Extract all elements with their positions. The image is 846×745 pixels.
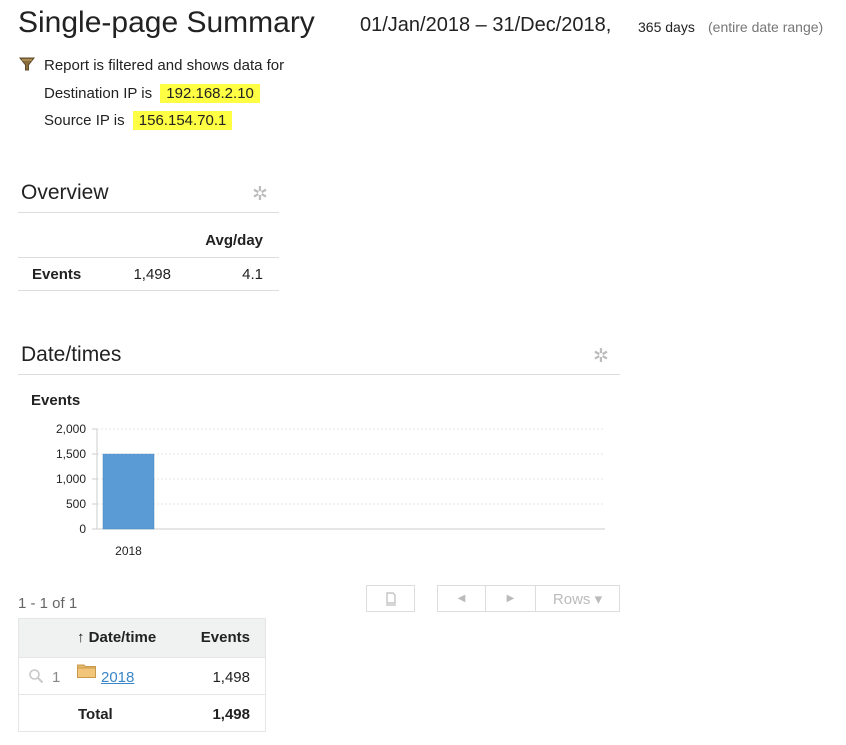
pagination-info: 1 - 1 of 1 [18, 595, 78, 612]
overview-row-total: 1,498 [133, 266, 171, 283]
datetimes-divider [18, 374, 620, 375]
date-range: 01/Jan/2018 – 31/Dec/2018, [360, 14, 612, 36]
table-total-value: 1,498 [212, 706, 250, 723]
next-page-button[interactable]: ▶ [485, 585, 536, 612]
chart-ytick-label: 1,500 [56, 447, 86, 461]
filter-icon [19, 57, 35, 71]
filter-source: Source IP is 156.154.70.1 [44, 111, 233, 130]
rows-label: Rows ▾ [552, 590, 603, 608]
overview-header-divider [18, 257, 279, 258]
entire-range-note: (entire date range) [708, 19, 824, 35]
chart-ytick-label: 2,000 [56, 422, 86, 436]
chart-xtick-label: 2018 [115, 544, 142, 558]
overview-divider [18, 212, 279, 213]
gear-icon[interactable]: ✲ [250, 185, 270, 205]
destination-value: 192.168.2.10 [160, 84, 260, 103]
source-label: Source IP is [44, 112, 125, 129]
chart-bar[interactable] [102, 453, 155, 530]
table-header-divider [18, 657, 266, 658]
next-icon: ▶ [506, 593, 515, 604]
document-icon [385, 591, 396, 606]
search-icon[interactable] [28, 668, 44, 684]
chart-ytick-label: 500 [66, 497, 86, 511]
destination-label: Destination IP is [44, 85, 153, 102]
filter-intro: Report is filtered and shows data for [44, 57, 285, 74]
overview-row-avg: 4.1 [242, 266, 263, 283]
days-count: 365 days [638, 19, 695, 35]
chart-ytick-label: 1,000 [56, 472, 86, 486]
col-header-datetime[interactable]: ↑ Date/time [77, 629, 156, 646]
overview-col-avg: Avg/day [205, 232, 263, 249]
row-index: 1 [52, 669, 61, 686]
export-button[interactable] [366, 585, 415, 612]
table-row-events: 1,498 [212, 669, 250, 686]
events-chart: Events 0 500 1,000 1,500 2,000 2018 [31, 392, 605, 558]
table-total-label: Total [78, 706, 113, 723]
source-value: 156.154.70.1 [132, 111, 233, 130]
table-row-divider [18, 694, 266, 695]
filter-destination: Destination IP is 192.168.2.10 [44, 84, 260, 103]
col-header-events[interactable]: Events [180, 629, 250, 646]
chart-ytick-label: 0 [79, 522, 86, 536]
prev-page-button[interactable]: ◀ [437, 585, 486, 612]
overview-title: Overview [21, 181, 109, 204]
overview-bottom-divider [18, 290, 279, 291]
datetimes-title: Date/times [21, 343, 122, 366]
page-title: Single-page Summary [18, 6, 315, 39]
gear-icon[interactable]: ✲ [591, 347, 611, 367]
table-row-date-link[interactable]: 2018 [101, 669, 134, 686]
rows-dropdown[interactable]: Rows ▾ [535, 585, 620, 612]
prev-icon: ◀ [457, 593, 466, 604]
chart-ylabel: Events [31, 392, 80, 409]
folder-icon [77, 663, 96, 678]
overview-row-label: Events [32, 266, 82, 283]
